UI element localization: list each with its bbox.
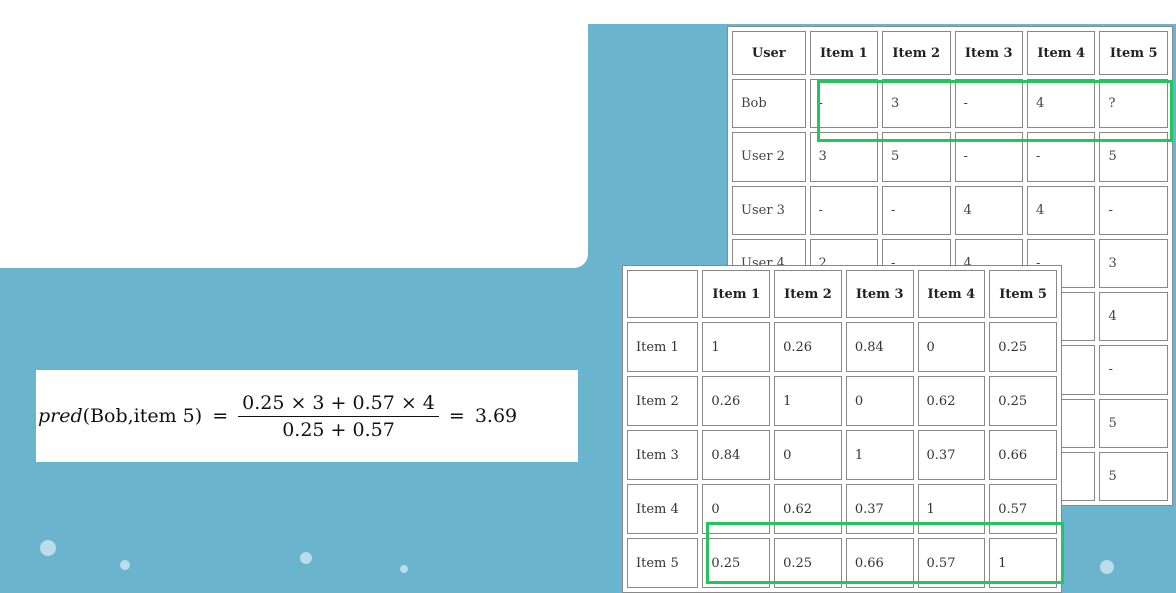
ratings-cell: 4 [954,185,1023,235]
prediction-formula: pred(Bob,item 5) = 0.25 × 3 + 0.57 × 4 0… [36,370,578,462]
ratings-cell: 4 [1027,185,1096,235]
similarity-cell: 0.84 [845,322,914,372]
ratings-cell: - [1099,185,1168,235]
ratings-cell: Bob [732,79,806,129]
similarity-cell: Item 2 [627,376,699,426]
similarity-cell: 0.84 [702,430,771,480]
similarity-cell: Item 3 [627,430,699,480]
similarity-header-cell: Item 4 [917,270,986,318]
similarity-header-cell: Item 2 [774,270,842,318]
formula-fraction: 0.25 × 3 + 0.57 × 4 0.25 + 0.57 [238,392,439,441]
ratings-cell: 3 [1099,238,1168,288]
formula-pred: pred [38,405,83,427]
similarity-cell: Item 5 [627,538,699,588]
formula-equals: = [212,405,229,427]
formula-lhs: pred(Bob,item 5) [38,405,202,427]
formula-denominator: 0.25 + 0.57 [282,418,395,441]
ratings-header-cell: Item 2 [882,31,951,75]
ratings-header-cell: Item 1 [809,31,879,75]
similarity-header-cell: Item 5 [989,270,1057,318]
formula-args: (Bob,item 5) [82,405,203,427]
similarity-cell: Item 1 [627,322,699,372]
similarity-cell: 1 [702,322,771,372]
similarity-cell: 0.25 [989,322,1057,372]
splash-decoration [1100,560,1114,574]
ratings-header-row: User Item 1 Item 2 Item 3 Item 4 Item 5 [732,31,1168,75]
similarity-header-cell [627,270,699,318]
similarity-cell: 0 [917,322,986,372]
formula-numerator: 0.25 × 3 + 0.57 × 4 [238,392,439,417]
similarity-cell: 0.25 [989,376,1057,426]
similarity-row: Item 3 0.84 0 1 0.37 0.66 [627,430,1057,480]
similarity-header-cell: Item 3 [845,270,914,318]
similarity-cell: 0.37 [917,430,986,480]
splash-decoration [400,565,408,573]
blank-panel [0,0,588,268]
similarity-header-row: Item 1 Item 2 Item 3 Item 4 Item 5 [627,270,1057,318]
ratings-cell: 4 [1099,292,1168,342]
item5-row-highlight [706,522,1064,584]
ratings-header-cell: Item 3 [954,31,1023,75]
ratings-header-cell: Item 4 [1027,31,1096,75]
similarity-cell: 0 [845,376,914,426]
similarity-row: Item 2 0.26 1 0 0.62 0.25 [627,376,1057,426]
similarity-cell: 1 [845,430,914,480]
ratings-cell: User 3 [732,185,806,235]
similarity-cell: 0.26 [774,322,842,372]
ratings-cell: 5 [1099,451,1168,501]
similarity-cell: 0.26 [702,376,771,426]
similarity-cell: 1 [774,376,842,426]
similarity-cell: 0.62 [917,376,986,426]
similarity-row: Item 1 1 0.26 0.84 0 0.25 [627,322,1057,372]
bob-row-highlight [817,80,1173,142]
similarity-cell: 0 [774,430,842,480]
ratings-cell: - [809,185,879,235]
similarity-cell: 0.66 [989,430,1057,480]
ratings-cell: User 2 [732,132,806,182]
ratings-cell: - [882,185,951,235]
formula-result: 3.69 [474,405,518,427]
splash-decoration [120,560,130,570]
top-white-strip [578,0,1176,24]
ratings-header-cell: Item 5 [1099,31,1168,75]
splash-decoration [300,552,312,564]
ratings-row: User 3 - - 4 4 - [732,185,1168,235]
ratings-cell: - [1099,345,1168,395]
ratings-cell: 5 [1099,398,1168,448]
ratings-header-cell: User [732,31,806,75]
formula-equals-2: = [448,405,465,427]
similarity-cell: Item 4 [627,484,699,534]
splash-decoration [40,540,56,556]
similarity-header-cell: Item 1 [702,270,771,318]
